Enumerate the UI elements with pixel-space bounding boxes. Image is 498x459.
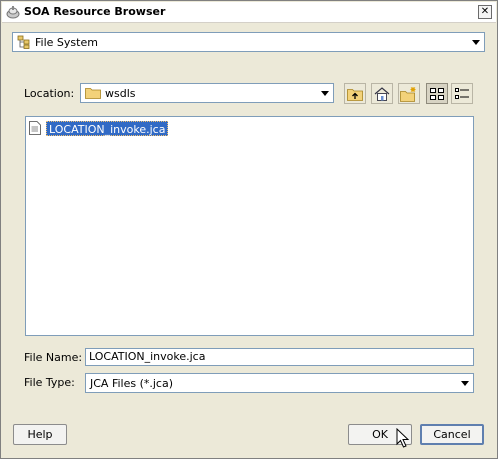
new-folder-icon [400,86,416,102]
location-value: wsdls [105,86,136,100]
help-button[interactable]: Help [13,424,67,445]
source-selector-value: File System [35,35,98,49]
window-title: SOA Resource Browser [24,5,166,18]
filesystem-icon [17,35,30,49]
title-bar: SOA Resource Browser ✕ [2,2,496,23]
chevron-down-icon[interactable] [456,374,473,392]
details-view-icon [455,87,469,99]
app-icon [6,6,20,19]
close-button[interactable]: ✕ [478,5,492,19]
new-folder-button[interactable] [398,83,420,104]
file-type-dropdown[interactable]: JCA Files (*.jca) [85,373,474,393]
file-type-value: JCA Files (*.jca) [90,376,174,390]
home-icon [374,86,390,101]
file-name-field[interactable]: LOCATION_invoke.jca [85,348,474,366]
list-item[interactable]: LOCATION_invoke.jca [29,120,169,136]
chevron-down-icon[interactable] [316,84,333,102]
details-view-button[interactable] [451,83,473,104]
home-button[interactable] [371,83,393,104]
list-view-icon [430,87,444,100]
list-view-button[interactable] [426,83,448,104]
close-icon: ✕ [480,6,490,17]
location-dropdown[interactable]: wsdls [80,83,334,103]
folder-icon [85,88,101,99]
location-label: Location: [24,87,75,100]
file-list[interactable]: LOCATION_invoke.jca [25,116,474,336]
file-name-label: LOCATION_invoke.jca [46,120,169,136]
source-selector[interactable]: File System [12,32,485,52]
file-type-label: File Type: [24,376,75,389]
document-icon [29,121,41,135]
up-folder-button[interactable] [344,83,366,104]
up-folder-icon [347,88,363,101]
cancel-button[interactable]: Cancel [420,424,484,445]
soa-resource-browser-dialog: SOA Resource Browser ✕ File System Locat… [0,0,498,459]
chevron-down-icon[interactable] [467,33,484,51]
file-name-label: File Name: [24,351,83,364]
mouse-cursor-icon [396,428,410,448]
